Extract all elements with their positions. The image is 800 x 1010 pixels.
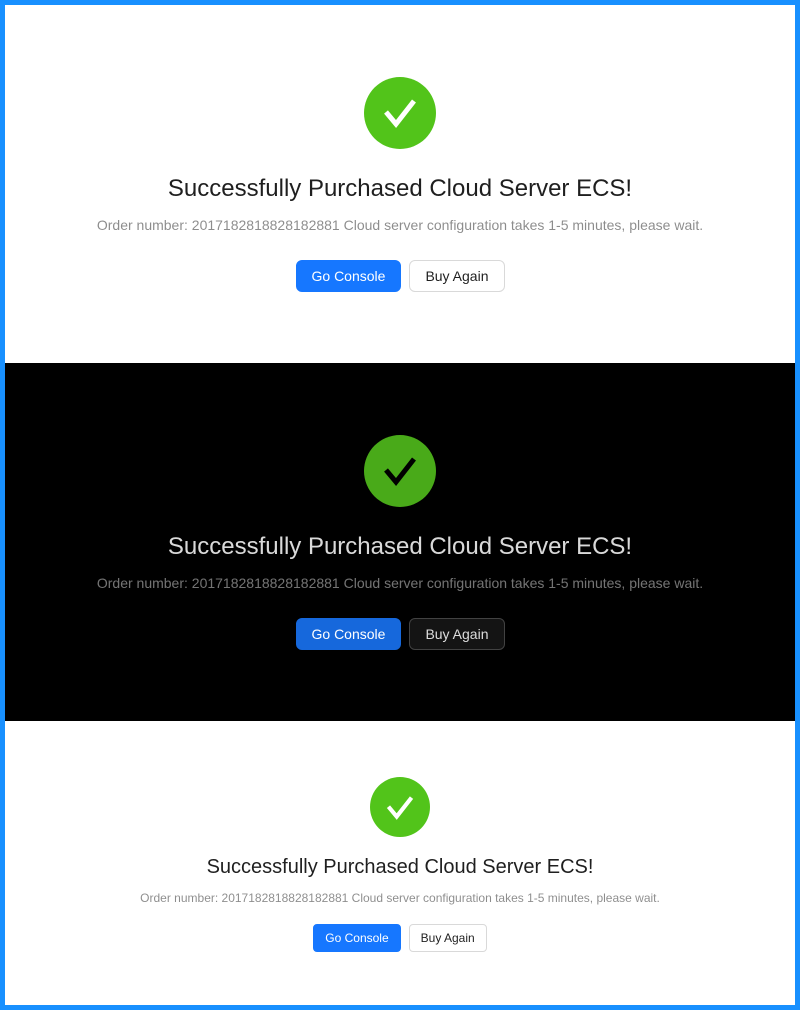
result-title: Successfully Purchased Cloud Server ECS! [167, 533, 633, 560]
buy-again-button[interactable]: Buy Again [409, 618, 505, 650]
result-panel-default: Successfully Purchased Cloud Server ECS!… [5, 5, 795, 363]
check-circle-icon [364, 435, 436, 507]
buy-again-button[interactable]: Buy Again [409, 260, 505, 292]
buy-again-button[interactable]: Buy Again [408, 924, 487, 952]
check-mark-icon [386, 795, 414, 820]
result-title: Successfully Purchased Cloud Server ECS! [167, 175, 633, 202]
result-panel-dark: Successfully Purchased Cloud Server ECS!… [5, 363, 795, 721]
result-subtitle: Order number: 2017182818828182881 Cloud … [140, 891, 660, 905]
result-actions: Go Console Buy Again [313, 924, 487, 952]
result-title: Successfully Purchased Cloud Server ECS! [206, 856, 594, 878]
go-console-button[interactable]: Go Console [295, 618, 402, 650]
result-subtitle: Order number: 2017182818828182881 Cloud … [96, 575, 704, 591]
preview-frame: Successfully Purchased Cloud Server ECS!… [0, 0, 800, 1010]
result-actions: Go Console Buy Again [295, 618, 505, 650]
check-mark-icon [384, 457, 416, 486]
result-actions: Go Console Buy Again [295, 260, 505, 292]
check-circle-icon [370, 777, 430, 837]
check-circle-icon [364, 77, 436, 149]
check-mark-icon [384, 99, 416, 128]
result-subtitle: Order number: 2017182818828182881 Cloud … [96, 217, 704, 233]
go-console-button[interactable]: Go Console [295, 260, 402, 292]
result-panel-small: Successfully Purchased Cloud Server ECS!… [5, 721, 795, 1005]
go-console-button[interactable]: Go Console [313, 924, 401, 952]
